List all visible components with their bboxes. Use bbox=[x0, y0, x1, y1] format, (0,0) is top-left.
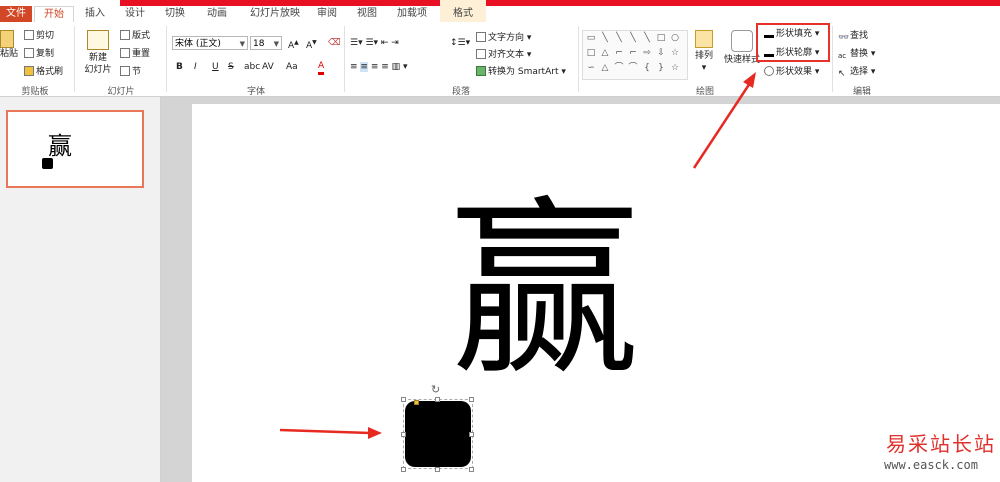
arrow-head-icon bbox=[743, 72, 756, 88]
arrow-head-icon bbox=[368, 427, 382, 439]
arrow-to-shape bbox=[279, 428, 371, 435]
watermark-title: 易采站长站 bbox=[886, 432, 996, 456]
watermark-url: www.easck.com bbox=[884, 458, 978, 472]
arrow-to-fill bbox=[692, 79, 754, 169]
annotation-arrows bbox=[279, 72, 756, 439]
